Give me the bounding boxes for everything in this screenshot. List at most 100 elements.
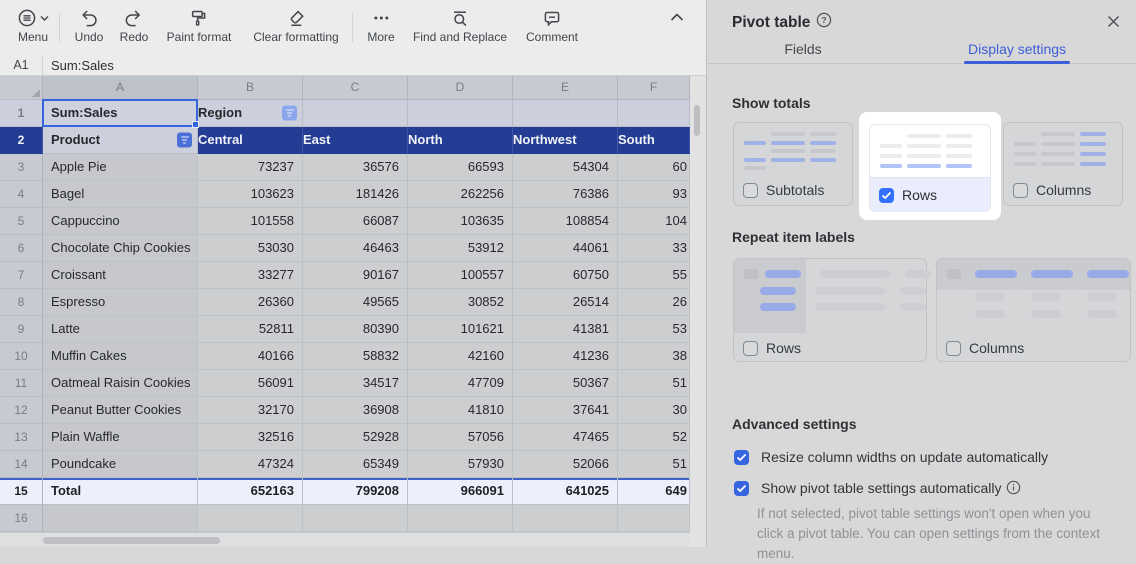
info-circle-icon[interactable] bbox=[1006, 480, 1021, 495]
cell-B4[interactable]: 103623 bbox=[198, 181, 303, 208]
toolbar-button-more[interactable]: More bbox=[367, 7, 394, 44]
cell-C4[interactable]: 181426 bbox=[303, 181, 408, 208]
cell-B13[interactable]: 32516 bbox=[198, 424, 303, 451]
cell-D1[interactable] bbox=[408, 100, 513, 127]
close-icon[interactable] bbox=[1106, 14, 1121, 29]
cell-E16[interactable] bbox=[513, 505, 618, 532]
help-circle-icon[interactable]: ? bbox=[816, 12, 832, 33]
filter-icon[interactable] bbox=[282, 106, 297, 121]
cell-F9[interactable]: 53 bbox=[618, 316, 690, 343]
cell-F16[interactable] bbox=[618, 505, 690, 532]
cell-B1[interactable]: Region bbox=[198, 100, 303, 127]
cell-A16[interactable] bbox=[43, 505, 198, 532]
fill-handle[interactable] bbox=[192, 121, 199, 128]
cell-A9[interactable]: Latte bbox=[43, 316, 198, 343]
cell-F14[interactable]: 51 bbox=[618, 451, 690, 478]
cell-E9[interactable]: 41381 bbox=[513, 316, 618, 343]
cell-D8[interactable]: 30852 bbox=[408, 289, 513, 316]
cell-F2[interactable]: South bbox=[618, 127, 690, 154]
cell-D12[interactable]: 41810 bbox=[408, 397, 513, 424]
toolbar-button-comment[interactable]: Comment bbox=[526, 7, 578, 44]
card-label-row[interactable]: Rows bbox=[870, 177, 990, 212]
cell-A4[interactable]: Bagel bbox=[43, 181, 198, 208]
row-header-11[interactable]: 11 bbox=[0, 370, 43, 397]
cell-F15[interactable]: 649 bbox=[618, 478, 690, 505]
cell-A12[interactable]: Peanut Butter Cookies bbox=[43, 397, 198, 424]
show-totals-card-columns[interactable]: Columns bbox=[1003, 122, 1123, 206]
cell-F6[interactable]: 33 bbox=[618, 235, 690, 262]
row-header-9[interactable]: 9 bbox=[0, 316, 43, 343]
repeat-labels-card-columns[interactable]: Columns bbox=[936, 258, 1131, 362]
cell-A13[interactable]: Plain Waffle bbox=[43, 424, 198, 451]
cell-F1[interactable] bbox=[618, 100, 690, 127]
cell-C8[interactable]: 49565 bbox=[303, 289, 408, 316]
cell-A2[interactable]: Product bbox=[43, 127, 198, 154]
cell-D4[interactable]: 262256 bbox=[408, 181, 513, 208]
cell-E10[interactable]: 41236 bbox=[513, 343, 618, 370]
cell-C15[interactable]: 799208 bbox=[303, 478, 408, 505]
cell-E2[interactable]: Northwest bbox=[513, 127, 618, 154]
cell-B10[interactable]: 40166 bbox=[198, 343, 303, 370]
cell-D16[interactable] bbox=[408, 505, 513, 532]
filter-icon[interactable] bbox=[177, 133, 192, 148]
cell-A14[interactable]: Poundcake bbox=[43, 451, 198, 478]
horizontal-scrollbar[interactable] bbox=[43, 537, 220, 544]
cell-A10[interactable]: Muffin Cakes bbox=[43, 343, 198, 370]
cell-E13[interactable]: 47465 bbox=[513, 424, 618, 451]
cell-B15[interactable]: 652163 bbox=[198, 478, 303, 505]
cell-E14[interactable]: 52066 bbox=[513, 451, 618, 478]
cell-D14[interactable]: 57930 bbox=[408, 451, 513, 478]
col-header-A[interactable]: A bbox=[43, 76, 198, 100]
cell-D11[interactable]: 47709 bbox=[408, 370, 513, 397]
checkbox-columns[interactable] bbox=[1013, 183, 1028, 198]
cell-B12[interactable]: 32170 bbox=[198, 397, 303, 424]
cell-C1[interactable] bbox=[303, 100, 408, 127]
cell-F13[interactable]: 52 bbox=[618, 424, 690, 451]
cell-B14[interactable]: 47324 bbox=[198, 451, 303, 478]
card-label-row[interactable]: Rows bbox=[734, 333, 926, 363]
row-header-14[interactable]: 14 bbox=[0, 451, 43, 478]
cell-B8[interactable]: 26360 bbox=[198, 289, 303, 316]
cell-D3[interactable]: 66593 bbox=[408, 154, 513, 181]
row-header-6[interactable]: 6 bbox=[0, 235, 43, 262]
row-header-13[interactable]: 13 bbox=[0, 424, 43, 451]
cell-E1[interactable] bbox=[513, 100, 618, 127]
checkbox-rows[interactable] bbox=[879, 188, 894, 203]
row-header-3[interactable]: 3 bbox=[0, 154, 43, 181]
cell-F3[interactable]: 60 bbox=[618, 154, 690, 181]
cell-C10[interactable]: 58832 bbox=[303, 343, 408, 370]
row-header-10[interactable]: 10 bbox=[0, 343, 43, 370]
cell-B11[interactable]: 56091 bbox=[198, 370, 303, 397]
cell-D9[interactable]: 101621 bbox=[408, 316, 513, 343]
cell-F5[interactable]: 104 bbox=[618, 208, 690, 235]
row-header-12[interactable]: 12 bbox=[0, 397, 43, 424]
cell-E15[interactable]: 641025 bbox=[513, 478, 618, 505]
row-header-4[interactable]: 4 bbox=[0, 181, 43, 208]
cell-C16[interactable] bbox=[303, 505, 408, 532]
cell-D10[interactable]: 42160 bbox=[408, 343, 513, 370]
resize-columns-option[interactable]: Resize column widths on update automatic… bbox=[734, 449, 1048, 465]
checkbox-repeat-columns[interactable] bbox=[946, 341, 961, 356]
cell-E6[interactable]: 44061 bbox=[513, 235, 618, 262]
select-all-corner[interactable] bbox=[0, 76, 43, 100]
cell-C3[interactable]: 36576 bbox=[303, 154, 408, 181]
cell-E7[interactable]: 60750 bbox=[513, 262, 618, 289]
cell-F12[interactable]: 30 bbox=[618, 397, 690, 424]
row-header-8[interactable]: 8 bbox=[0, 289, 43, 316]
col-header-B[interactable]: B bbox=[198, 76, 303, 100]
col-header-E[interactable]: E bbox=[513, 76, 618, 100]
row-header-7[interactable]: 7 bbox=[0, 262, 43, 289]
chevron-up-icon[interactable] bbox=[669, 10, 685, 28]
card-label-row[interactable]: Subtotals bbox=[734, 175, 852, 205]
cell-B6[interactable]: 53030 bbox=[198, 235, 303, 262]
cell-C11[interactable]: 34517 bbox=[303, 370, 408, 397]
show-settings-option[interactable]: Show pivot table settings automatically bbox=[734, 480, 1021, 496]
row-header-15[interactable]: 15 bbox=[0, 478, 43, 505]
cell-E3[interactable]: 54304 bbox=[513, 154, 618, 181]
cell-D5[interactable]: 103635 bbox=[408, 208, 513, 235]
tab-display-settings[interactable]: Display settings bbox=[968, 41, 1066, 57]
cell-F4[interactable]: 93 bbox=[618, 181, 690, 208]
cell-F11[interactable]: 51 bbox=[618, 370, 690, 397]
row-header-16[interactable]: 16 bbox=[0, 505, 43, 532]
cell-D2[interactable]: North bbox=[408, 127, 513, 154]
